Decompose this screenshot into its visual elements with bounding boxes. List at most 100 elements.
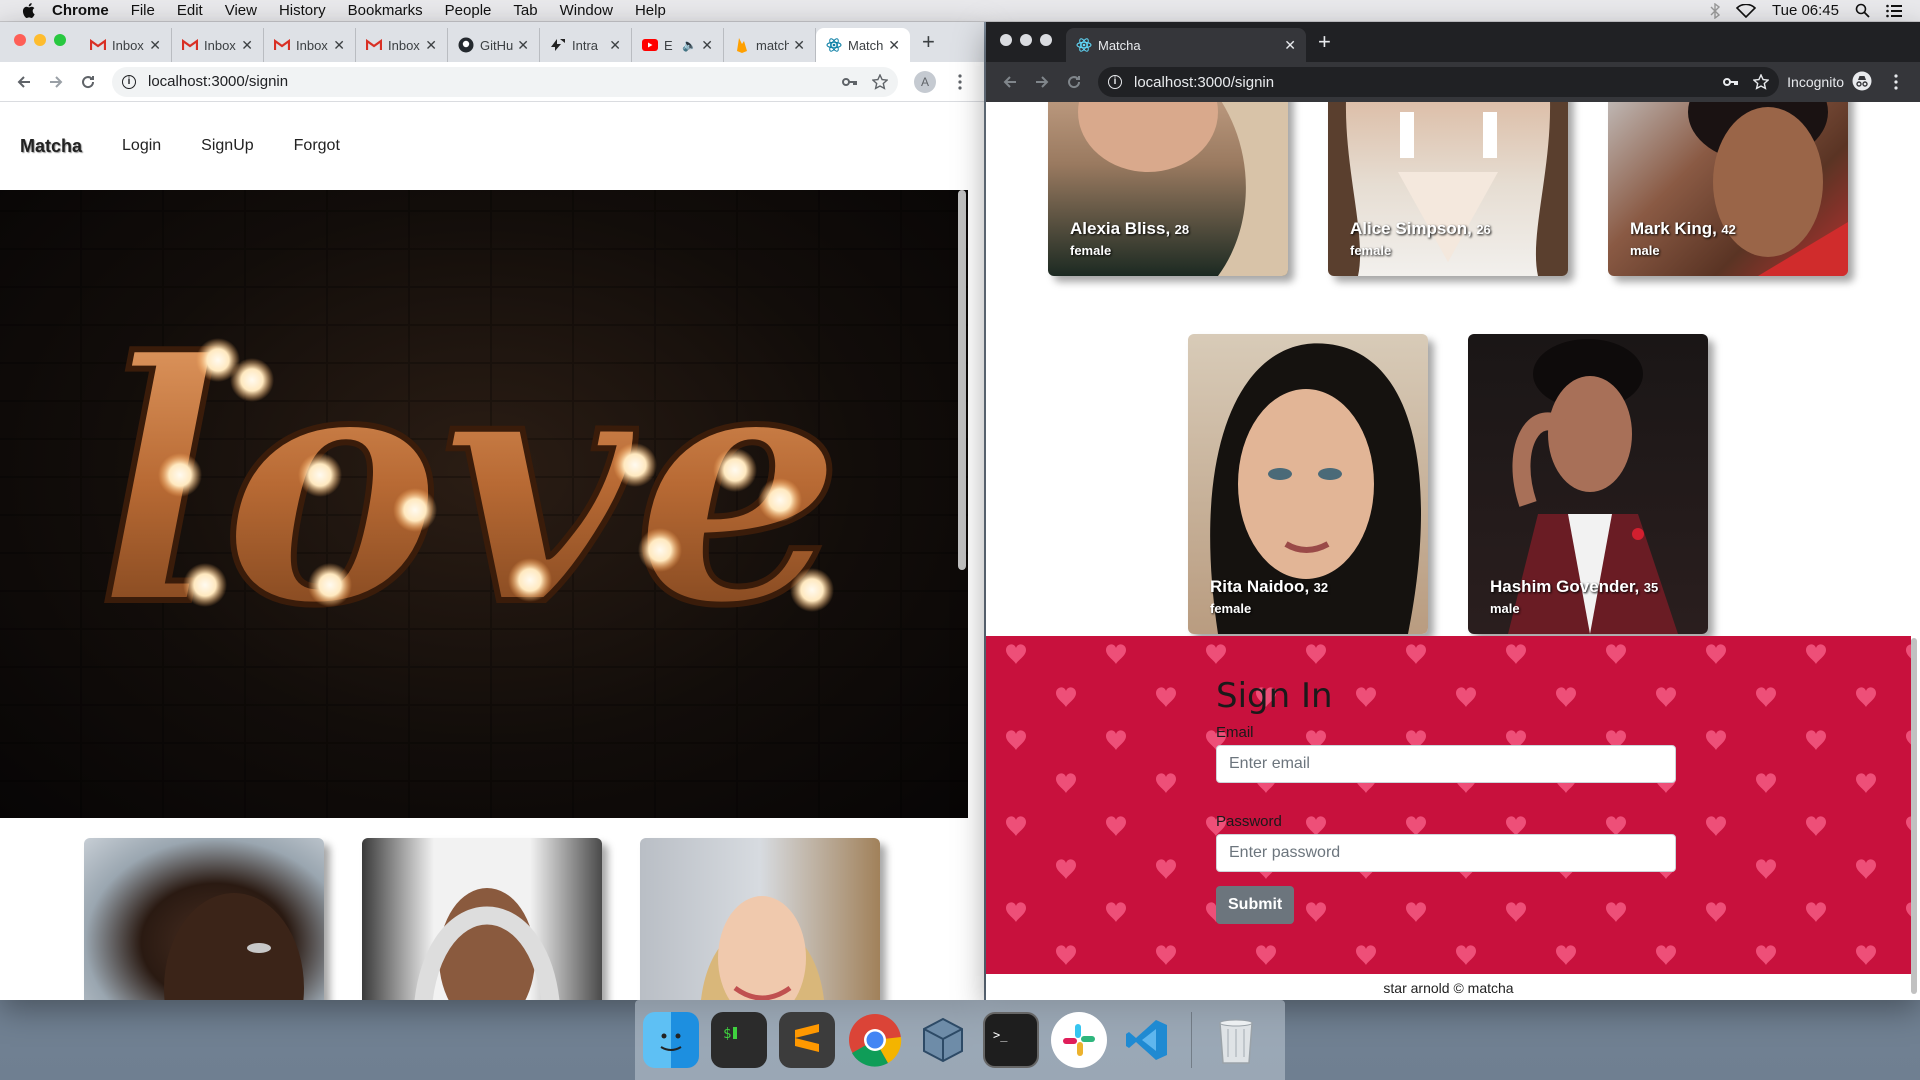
- tab-matcha-active[interactable]: Matcha ✕: [816, 28, 910, 62]
- close-tab-icon[interactable]: ✕: [701, 37, 713, 54]
- close-window-button[interactable]: [14, 34, 26, 46]
- profile-caption: Alice Simpson, 26 female: [1350, 219, 1491, 258]
- vertical-scrollbar[interactable]: [1911, 638, 1917, 994]
- menu-tab[interactable]: Tab: [513, 2, 537, 19]
- reload-icon[interactable]: [1058, 66, 1090, 98]
- tab-youtube[interactable]: E 🔈 ✕: [632, 28, 724, 62]
- menu-edit[interactable]: Edit: [177, 2, 203, 19]
- bookmark-star-icon[interactable]: [1753, 74, 1770, 90]
- back-arrow-icon[interactable]: [994, 66, 1026, 98]
- browser-window-left: Inbox ✕ Inbox ✕ Inbox ✕ Inbox ✕ GitHub ✕…: [0, 22, 984, 1000]
- site-brand[interactable]: Matcha: [20, 136, 82, 157]
- close-tab-icon[interactable]: ✕: [793, 37, 805, 54]
- url-text[interactable]: localhost:3000/signin: [1134, 74, 1274, 91]
- forward-arrow-icon[interactable]: [1026, 66, 1058, 98]
- trash-icon[interactable]: [1208, 1012, 1264, 1068]
- profile-photo-card[interactable]: [640, 838, 880, 1000]
- apple-logo-icon[interactable]: [20, 2, 36, 19]
- key-icon[interactable]: [842, 77, 858, 87]
- email-field[interactable]: [1216, 745, 1676, 783]
- close-tab-icon[interactable]: ✕: [333, 37, 345, 54]
- profile-photo-card[interactable]: [84, 838, 324, 1000]
- tab-intra[interactable]: Intra ✕: [540, 28, 632, 62]
- profile-gender: male: [1630, 243, 1660, 258]
- profile-card[interactable]: Alexia Bliss, 28 female: [1048, 102, 1288, 276]
- menu-help[interactable]: Help: [635, 2, 666, 19]
- new-tab-button[interactable]: +: [1306, 29, 1343, 55]
- sublime-text-icon[interactable]: [779, 1012, 835, 1068]
- incognito-indicator[interactable]: Incognito: [1787, 71, 1872, 94]
- tab-inbox-1[interactable]: Inbox ✕: [80, 28, 172, 62]
- close-tab-icon[interactable]: ✕: [149, 37, 161, 54]
- menu-bookmarks[interactable]: Bookmarks: [348, 2, 423, 19]
- nav-link-signup[interactable]: SignUp: [201, 137, 253, 155]
- gmail-icon: [90, 37, 106, 53]
- close-tab-icon[interactable]: ✕: [241, 37, 253, 54]
- key-icon[interactable]: [1723, 77, 1739, 87]
- back-arrow-icon[interactable]: [8, 66, 40, 98]
- nav-link-forgot[interactable]: Forgot: [294, 137, 340, 155]
- minimize-window-button[interactable]: [1020, 34, 1032, 46]
- bluetooth-icon[interactable]: [1710, 2, 1720, 19]
- chrome-icon[interactable]: [847, 1012, 903, 1068]
- submit-button[interactable]: Submit: [1216, 886, 1295, 924]
- dock-separator: [1191, 1012, 1192, 1068]
- close-tab-icon[interactable]: ✕: [1284, 37, 1296, 54]
- wifi-icon[interactable]: [1736, 3, 1756, 18]
- notification-center-icon[interactable]: [1886, 4, 1902, 18]
- close-tab-icon[interactable]: ✕: [888, 37, 900, 54]
- nav-link-login[interactable]: Login: [122, 137, 161, 155]
- minimize-window-button[interactable]: [34, 34, 46, 46]
- audio-playing-icon[interactable]: 🔈: [682, 38, 697, 52]
- profile-avatar[interactable]: A: [914, 70, 936, 93]
- gmail-icon: [182, 37, 198, 53]
- tab-firebase[interactable]: matcha ✕: [724, 28, 816, 62]
- close-window-button[interactable]: [1000, 34, 1012, 46]
- reload-icon[interactable]: [72, 66, 104, 98]
- virtualbox-icon[interactable]: [915, 1012, 971, 1068]
- close-tab-icon[interactable]: ✕: [425, 37, 437, 54]
- finder-icon[interactable]: [643, 1012, 699, 1068]
- tab-inbox-3[interactable]: Inbox ✕: [264, 28, 356, 62]
- tab-matcha-active[interactable]: Matcha ✕: [1066, 28, 1306, 62]
- menu-app-name[interactable]: Chrome: [52, 2, 109, 19]
- chrome-menu-icon[interactable]: [944, 66, 976, 98]
- profile-card[interactable]: Mark King, 42 male: [1608, 102, 1848, 276]
- profile-age: 32: [1313, 580, 1329, 595]
- menu-history[interactable]: History: [279, 2, 326, 19]
- vscode-icon[interactable]: [1119, 1012, 1175, 1068]
- profile-card[interactable]: Alice Simpson, 26 female: [1328, 102, 1568, 276]
- tab-github[interactable]: GitHub ✕: [448, 28, 540, 62]
- profile-age: 28: [1174, 222, 1190, 237]
- tab-inbox-4[interactable]: Inbox ✕: [356, 28, 448, 62]
- terminal-green-icon[interactable]: $: [711, 1012, 767, 1068]
- password-field[interactable]: [1216, 834, 1676, 872]
- window-controls: [986, 34, 1066, 46]
- url-text[interactable]: localhost:3000/signin: [148, 73, 288, 90]
- chrome-menu-icon[interactable]: [1880, 66, 1912, 98]
- menu-view[interactable]: View: [225, 2, 257, 19]
- spotlight-search-icon[interactable]: [1855, 3, 1870, 18]
- close-tab-icon[interactable]: ✕: [609, 37, 621, 54]
- bookmark-star-icon[interactable]: [872, 73, 888, 90]
- site-info-icon[interactable]: i: [1108, 75, 1122, 89]
- menu-window[interactable]: Window: [560, 2, 613, 19]
- new-tab-button[interactable]: +: [910, 29, 947, 55]
- zoom-window-button[interactable]: [54, 34, 66, 46]
- profile-photo-card[interactable]: [362, 838, 602, 1000]
- slack-icon[interactable]: [1051, 1012, 1107, 1068]
- site-info-icon[interactable]: i: [122, 74, 136, 89]
- forward-arrow-icon[interactable]: [40, 66, 72, 98]
- tab-inbox-2[interactable]: Inbox ✕: [172, 28, 264, 62]
- menubar-clock[interactable]: Tue 06:45: [1772, 2, 1839, 19]
- zoom-window-button[interactable]: [1040, 34, 1052, 46]
- terminal-icon[interactable]: >_: [983, 1012, 1039, 1068]
- address-bar[interactable]: i localhost:3000/signin: [1098, 67, 1780, 97]
- menu-people[interactable]: People: [445, 2, 492, 19]
- profile-card[interactable]: Rita Naidoo, 32 female: [1188, 334, 1428, 634]
- vertical-scrollbar[interactable]: [958, 190, 966, 570]
- menu-file[interactable]: File: [131, 2, 155, 19]
- profile-card[interactable]: Hashim Govender, 35 male: [1468, 334, 1708, 634]
- close-tab-icon[interactable]: ✕: [517, 37, 529, 54]
- address-bar[interactable]: i localhost:3000/signin: [112, 66, 898, 97]
